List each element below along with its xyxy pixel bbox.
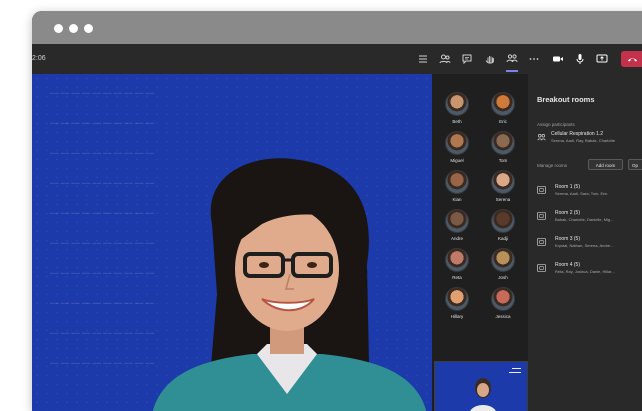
avatar [445, 248, 469, 272]
room-name: Room 4 (5) [555, 262, 581, 268]
self-view-video: ▬▬▬ ▬▬▬▬ [434, 361, 528, 411]
meeting-timer: 2:06 [32, 55, 46, 62]
room-icon [537, 264, 546, 272]
presenter-video [152, 158, 427, 411]
mic-icon[interactable] [573, 52, 587, 66]
participant-tile[interactable]: Kadji [480, 206, 526, 246]
room-name: Room 2 (5) [555, 210, 581, 216]
participant-name: Eric [499, 119, 507, 124]
avatar [445, 170, 469, 194]
active-tab-indicator [506, 70, 518, 72]
avatar [445, 287, 469, 311]
participant-name: Reta [452, 275, 462, 280]
hang-up-button[interactable] [621, 51, 642, 67]
participant-tile[interactable]: Josh [480, 245, 526, 285]
add-room-button[interactable]: Add room [588, 159, 623, 170]
room-members: Reta, Ray, Joshua, Danie, Hillar... [555, 269, 615, 274]
window-title-bar [32, 11, 642, 44]
self-view-background-text: ▬▬▬ ▬▬▬▬ [509, 366, 521, 374]
participant-tile[interactable]: Kian [434, 167, 480, 207]
room-item[interactable]: Room 4 (5) Reta, Ray, Joshua, Danie, Hill… [537, 260, 642, 278]
chat-icon[interactable] [460, 52, 474, 66]
room-members: Babak, Charlotte, Danielle, Mig... [555, 217, 614, 222]
room-icon [537, 186, 546, 194]
participant-tile[interactable]: Jessica [480, 284, 526, 324]
room-members: Krystal, Nathan, Serena, Andre... [555, 243, 614, 248]
participant-tile[interactable]: Eric [480, 89, 526, 129]
room-name: Room 1 (5) [555, 184, 581, 190]
window-maximize-dot[interactable] [84, 24, 93, 33]
participant-name: Hillary [450, 314, 464, 319]
room-icon [537, 238, 546, 246]
camera-icon[interactable] [551, 52, 565, 66]
room-item[interactable]: Room 3 (5) Krystal, Nathan, Serena, Andre… [537, 234, 642, 252]
avatar [491, 92, 515, 116]
avatar [491, 248, 515, 272]
main-video-stage: ▬▬ ▬▬ ▬▬ ▬▬ ▬▬ ▬▬ ▬▬ ▬▬ ▬▬ ▬▬ ▬▬ ▬▬ ▬▬ ▬▬… [32, 74, 432, 411]
raise-hand-icon[interactable] [483, 52, 497, 66]
participant-tile[interactable]: Beth [434, 89, 480, 129]
participant-tile[interactable]: Serena [480, 167, 526, 207]
participant-name: Kian [452, 197, 462, 202]
room-members: Serena, Aadi, Sara, Tom, Eric [555, 191, 608, 196]
list-icon[interactable] [416, 52, 430, 66]
panel-title: Breakout rooms [537, 95, 595, 104]
assign-people-icon [537, 133, 546, 141]
participant-name: Tom [498, 158, 508, 163]
participant-name: Josh [498, 275, 508, 280]
participant-tile[interactable]: Andre [434, 206, 480, 246]
avatar [491, 170, 515, 194]
participant-tile[interactable]: Tom [480, 128, 526, 168]
avatar [491, 287, 515, 311]
avatar [491, 209, 515, 233]
assign-participants-row[interactable]: Cellular Respiration 1.2 Serena, Aadi, R… [537, 130, 642, 146]
avatar [445, 131, 469, 155]
self-view-person [470, 378, 496, 411]
participant-name: Andre [450, 236, 463, 241]
teams-meeting-window: 2:06 ▬▬ ▬▬ ▬▬ ▬▬ ▬▬ ▬▬ ▬▬ ▬▬ ▬▬ ▬▬ ▬▬ ▬▬… [32, 11, 642, 411]
window-close-dot[interactable] [54, 24, 63, 33]
avatar [491, 131, 515, 155]
hang-up-icon [627, 57, 638, 62]
assign-participants-label: Assign participants [537, 122, 575, 127]
breakout-rooms-panel: Breakout rooms Assign participants Cellu… [528, 74, 642, 411]
avatar [445, 92, 469, 116]
participant-name: Miguel [450, 158, 464, 163]
open-rooms-button[interactable]: Op [628, 159, 642, 170]
room-icon [537, 212, 546, 220]
room-name: Room 3 (5) [555, 236, 581, 242]
people-icon[interactable] [438, 52, 452, 66]
participant-name: Serena [495, 197, 511, 202]
participant-tile[interactable]: Reta [434, 245, 480, 285]
participant-tile[interactable]: Hillary [434, 284, 480, 324]
assign-session-name: Cellular Respiration 1.2 [551, 131, 603, 137]
more-icon[interactable] [527, 52, 541, 66]
participant-name: Jessica [495, 314, 511, 319]
share-icon[interactable] [595, 52, 609, 66]
participant-name: Kadji [497, 236, 508, 241]
room-item[interactable]: Room 2 (5) Babak, Charlotte, Danielle, Mi… [537, 208, 642, 226]
window-minimize-dot[interactable] [69, 24, 78, 33]
breakout-rooms-icon[interactable] [505, 52, 519, 66]
background-pattern: ▬▬ ▬▬ ▬▬ ▬▬ ▬▬ ▬▬ ▬▬ ▬▬ ▬▬ ▬▬ ▬▬ ▬▬ ▬▬ ▬▬… [50, 90, 155, 365]
manage-rooms-label: Manage rooms [537, 163, 568, 168]
avatar [445, 209, 469, 233]
room-item[interactable]: Room 1 (5) Serena, Aadi, Sara, Tom, Eric [537, 182, 642, 200]
participant-name: Beth [452, 119, 462, 124]
participant-tile[interactable]: Miguel [434, 128, 480, 168]
assign-session-members: Serena, Aadi, Ray, Babak, Charlotte [551, 138, 615, 143]
meeting-toolbar: 2:06 [32, 44, 642, 74]
